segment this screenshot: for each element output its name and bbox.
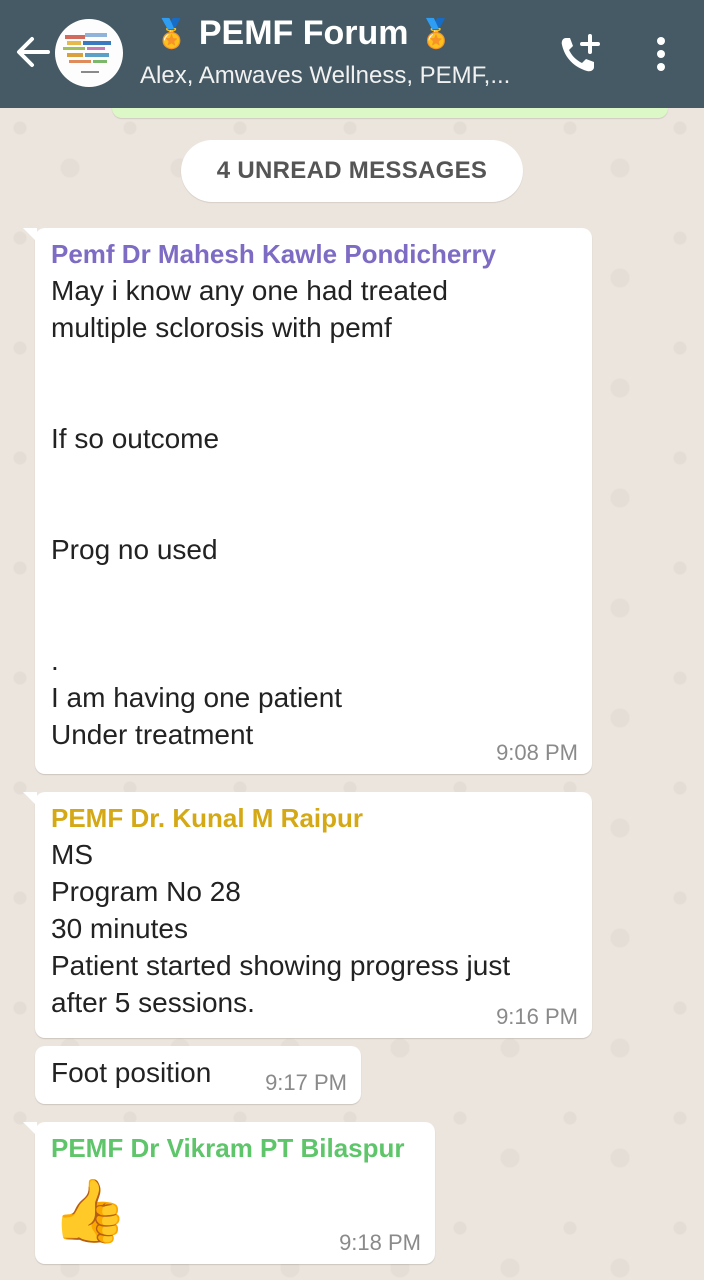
chat-participants[interactable]: Alex, Amwaves Wellness, PEMF,... <box>140 62 510 90</box>
medal-icon: 🏅 <box>154 18 189 49</box>
message-bubble[interactable]: Pemf Dr Mahesh Kawle Pondicherry May i k… <box>23 228 592 774</box>
unread-messages-banner: 4 UNREAD MESSAGES <box>181 140 523 202</box>
group-name: PEMF Forum <box>198 14 409 52</box>
message-time: 9:17 PM <box>265 1070 347 1095</box>
message-text: MS Program No 28 30 minutes Patient star… <box>51 839 511 1018</box>
message-bubble[interactable]: PEMF Dr Vikram PT Bilaspur 👍 9:18 PM <box>23 1122 435 1264</box>
add-call-icon[interactable] <box>556 32 602 78</box>
chat-title[interactable]: 🏅 PEMF Forum 🏅 <box>144 14 463 53</box>
message-list[interactable]: 4 UNREAD MESSAGES Pemf Dr Mahesh Kawle P… <box>0 108 704 1280</box>
medal-icon: 🏅 <box>418 18 454 49</box>
message-text: May i know any one had treated multiple … <box>51 275 448 750</box>
message-time: 9:18 PM <box>339 1230 421 1255</box>
message-bubble[interactable]: PEMF Dr. Kunal M Raipur MS Program No 28… <box>23 792 592 1038</box>
previous-message-bubble <box>112 108 668 118</box>
message-time: 9:08 PM <box>496 740 578 765</box>
group-avatar-icon[interactable] <box>55 19 123 87</box>
more-options-icon[interactable] <box>644 36 678 72</box>
message-time: 9:16 PM <box>496 1004 578 1029</box>
message-bubble[interactable]: Foot position 9:17 PM <box>35 1046 361 1104</box>
message-sender[interactable]: Pemf Dr Mahesh Kawle Pondicherry <box>51 236 576 272</box>
message-sender[interactable]: PEMF Dr. Kunal M Raipur <box>51 800 576 836</box>
message-sender[interactable]: PEMF Dr Vikram PT Bilaspur <box>51 1130 419 1166</box>
back-arrow-icon[interactable] <box>12 32 52 72</box>
chat-header: 🏅 PEMF Forum 🏅 Alex, Amwaves Wellness, P… <box>0 0 704 108</box>
